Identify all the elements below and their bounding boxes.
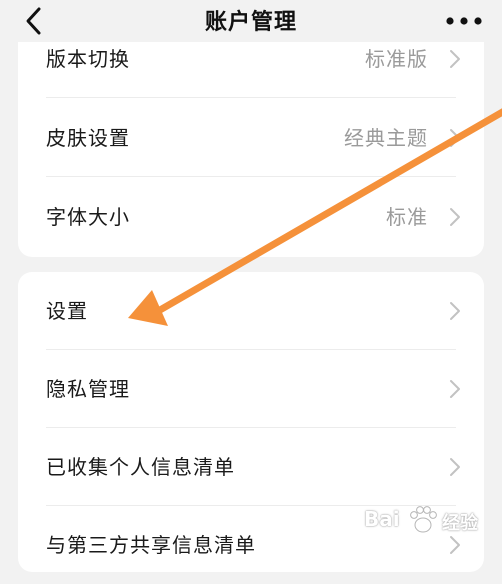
paw-icon [410,506,437,533]
page-title: 账户管理 [204,10,297,35]
menu-row-label: 已收集个人信息清单 [46,455,235,479]
menu-row-collected-info-list[interactable]: 已收集个人信息清单 [18,428,484,506]
chevron-right-icon [450,302,460,320]
display-settings-card: 版本切换 标准版 皮肤设置 经典主题 字体大小 标准 [18,20,484,257]
watermark-brand: Bai [364,507,400,531]
menu-row-value: 经典主题 [344,126,428,150]
chevron-right-icon [450,50,460,68]
menu-row-settings[interactable]: 设置 [18,272,484,350]
chevron-right-icon [450,208,460,226]
menu-row-label: 设置 [46,299,88,323]
chevron-right-icon [450,129,460,147]
baidu-jingyan-watermark: Bai 经验 [364,503,494,543]
menu-row-label: 皮肤设置 [46,126,130,150]
watermark-subtitle: 经验 [442,513,478,534]
menu-row-label: 与第三方共享信息清单 [46,533,256,557]
menu-row-value: 标准 [386,205,428,229]
menu-row-privacy-management[interactable]: 隐私管理 [18,350,484,428]
menu-row-skin-settings[interactable]: 皮肤设置 经典主题 [18,99,484,177]
row-divider [46,97,456,98]
chevron-right-icon [450,380,460,398]
chevron-right-icon [450,458,460,476]
menu-row-label: 字体大小 [46,205,130,229]
more-options-icon[interactable] [442,13,486,29]
menu-row-label: 隐私管理 [46,377,130,401]
top-nav-bar: 账户管理 [0,0,502,42]
menu-row-font-size[interactable]: 字体大小 标准 [18,178,484,256]
row-divider [46,176,456,177]
